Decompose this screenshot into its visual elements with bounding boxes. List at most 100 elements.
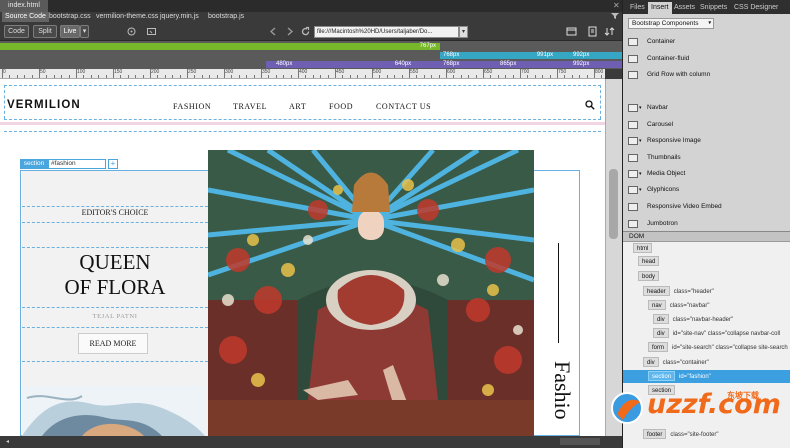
dom-node-html[interactable]: html [633,242,653,255]
ruler-minor-tick [24,75,26,78]
expand-arrow-icon[interactable]: ▾ [639,183,642,197]
split-view-button[interactable]: Split [33,25,57,38]
insert-item[interactable]: ▾ Responsive Image [623,134,790,148]
insert-item[interactable]: ▾ Media Object [623,167,790,181]
file-management-icon[interactable] [587,26,598,37]
mq-bar-480[interactable]: 480px [266,61,366,68]
nav-link-travel[interactable]: TRAVEL [233,102,267,111]
ruler-major-tick [446,69,447,78]
mq-bar-992b[interactable]: 992px [570,61,622,68]
sync-icon[interactable] [604,26,615,37]
dom-node-div[interactable]: div class="container" [643,356,709,369]
related-file-bootstrap-js[interactable]: bootstrap.js [208,12,244,22]
ruler-major-tick [335,69,336,78]
target-icon[interactable] [126,26,137,37]
tab-snippets[interactable]: Snippets [697,2,730,14]
expand-arrow-icon[interactable]: ▾ [639,134,642,148]
inspect-icon[interactable] [146,26,157,37]
dom-node-section[interactable]: section id="fashion" [623,370,790,383]
dom-node-nav[interactable]: nav class="navbar" [648,299,709,312]
secondary-article-image[interactable] [22,386,205,436]
ruler-minor-tick [438,75,440,78]
ruler-major-tick [187,69,188,78]
code-view-button[interactable]: Code [4,25,29,38]
related-file-bootstrap-css[interactable]: bootstrap.css [49,12,91,22]
ruler-major-tick [409,69,410,78]
mq-bar-768b[interactable]: 768px [440,61,490,68]
insert-item[interactable]: Carousel [623,118,790,132]
filter-icon[interactable] [611,12,619,20]
component-icon [628,170,638,178]
selected-element-tag[interactable]: section [20,159,48,169]
window-size-indicator[interactable] [560,438,600,445]
ruler-minor-tick [253,75,255,78]
insert-item[interactable]: Jumbotron [623,217,790,231]
search-icon[interactable] [585,100,595,110]
nav-link-contact[interactable]: CONTACT US [376,102,431,111]
tab-files[interactable]: Files [627,2,648,14]
ruler-major-tick [557,69,558,78]
insert-category-select[interactable]: Bootstrap Components ▾ [628,18,714,29]
forward-icon[interactable] [284,26,295,37]
insert-item[interactable]: Container [623,35,790,49]
address-field[interactable]: file:///Macintosh%20HD/Users/taljaber/Do… [314,26,459,38]
insert-item[interactable]: ▾ Glyphicons [623,183,790,197]
related-file-jquery[interactable]: jquery.min.js [160,12,199,22]
headline-line-2: OF FLORA [64,275,166,299]
mq-bar-767[interactable]: 767px [0,43,440,50]
related-file-source-code[interactable]: Source Code [2,12,49,22]
insert-item[interactable]: Grid Row with column [623,68,790,82]
back-icon[interactable] [268,26,279,37]
ruler-minor-tick [194,75,196,78]
hero-image[interactable] [208,150,534,436]
dom-node-attributes: class="navbar-header" [672,317,734,323]
ruler-minor-tick [586,75,588,78]
ruler-minor-tick [327,75,329,78]
read-more-button[interactable]: READ MORE [78,333,148,354]
dom-node-attributes: id="site-nav" class="collapse navbar-col… [672,331,781,337]
layout-icon[interactable] [566,26,577,37]
live-view-button[interactable]: Live [60,25,80,38]
live-options-dropdown[interactable]: ▾ [80,25,89,38]
tag-selector-icon[interactable]: ◂ [6,438,9,446]
expand-arrow-icon[interactable]: ▾ [639,167,642,181]
document-tab[interactable]: index.html [0,0,48,12]
dom-node-div[interactable]: div class="navbar-header" [653,313,733,326]
ruler-minor-tick [527,75,529,78]
dom-node-body[interactable]: body [638,270,660,283]
component-icon [628,55,638,63]
dom-node-form[interactable]: form id="site-search" class="collapse sit… [648,341,788,354]
vertical-scrollbar[interactable] [605,79,622,436]
tab-assets[interactable]: Assets [671,2,698,14]
element-selector-tag[interactable]: section #fashion + [20,159,118,169]
dom-node-div[interactable]: div id="site-nav" class="collapse navbar-… [653,327,780,340]
refresh-icon[interactable] [300,26,311,37]
dom-node-header[interactable]: header class="header" [643,285,714,298]
address-dropdown[interactable]: ▾ [459,26,468,38]
add-class-button[interactable]: + [108,159,118,169]
mq-bar-991[interactable]: 991px [520,52,570,59]
insert-item[interactable]: Container-fluid [623,52,790,66]
headline-line-1: QUEEN [79,250,151,274]
nav-link-fashion[interactable]: FASHION [173,102,211,111]
scrollbar-thumb[interactable] [609,169,618,239]
selected-element-id[interactable]: #fashion [48,159,106,169]
site-logo[interactable]: VERMILION [7,99,81,111]
insert-item[interactable]: Responsive Video Embed [623,200,790,214]
tab-css-designer[interactable]: CSS Designer [731,2,781,14]
nav-link-art[interactable]: ART [289,102,306,111]
related-file-theme-css[interactable]: vermilion-theme.css [96,12,158,22]
insert-item[interactable]: ▾ Navbar [623,101,790,115]
nav-link-food[interactable]: FOOD [329,102,353,111]
mq-bar-640[interactable]: 640px [366,61,440,68]
expand-arrow-icon[interactable]: ▾ [639,101,642,115]
dom-node-head[interactable]: head [638,255,660,268]
ruler-major-tick [520,69,521,78]
vertical-section-title: Fashio [550,361,575,420]
tab-insert[interactable]: Insert [648,2,672,14]
dom-node-tag: header [643,286,670,296]
document-toolbar: Code Split Live ▾ file:///Macintosh%20HD… [0,22,622,41]
close-icon[interactable]: ✕ [613,1,620,10]
mq-bar-992[interactable]: 992px [570,52,622,59]
insert-item[interactable]: Thumbnails [623,151,790,165]
